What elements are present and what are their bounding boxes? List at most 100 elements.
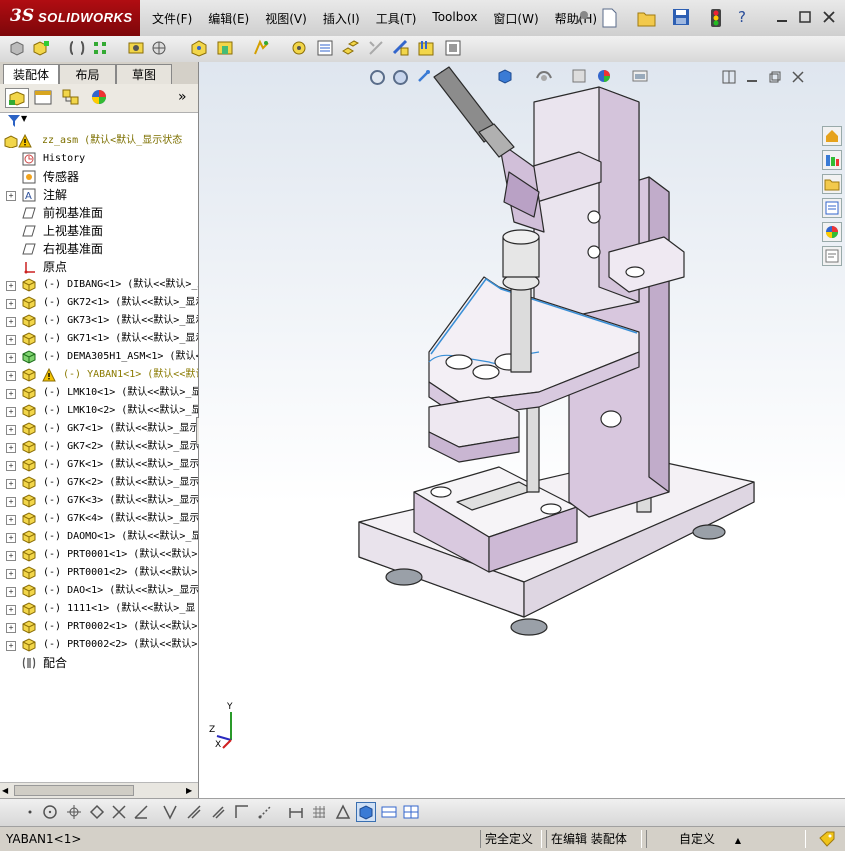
construction-geometry-icon[interactable] <box>257 804 273 820</box>
expand-panel-icon[interactable]: » <box>178 89 187 105</box>
tree-node[interactable]: + (-) PRT0002<1> (默认<<默认> <box>0 618 198 636</box>
viewport-close-icon[interactable] <box>791 70 805 84</box>
tree-node[interactable]: + (-) 1111<1> (默认<<默认>_显 <box>0 600 198 618</box>
move-component-icon[interactable] <box>150 39 168 57</box>
open-folder-icon[interactable] <box>637 9 657 27</box>
rebuild-tag-icon[interactable] <box>818 830 836 848</box>
3d-sketch-icon[interactable] <box>356 802 376 822</box>
insert-component-icon[interactable] <box>32 39 50 57</box>
expand-toggle-icon[interactable]: + <box>6 641 16 651</box>
graphics-area[interactable]: Y Z X <box>199 62 845 798</box>
custom-properties-icon[interactable] <box>822 246 842 266</box>
tree-node[interactable]: + (-) G7K<3> (默认<<默认>_显示 <box>0 492 198 510</box>
polygon-icon[interactable] <box>89 804 105 820</box>
intersection-icon[interactable] <box>111 804 127 820</box>
expand-toggle-icon[interactable]: + <box>6 317 16 327</box>
corner-icon[interactable] <box>234 804 250 820</box>
help-icon[interactable]: ? <box>738 8 754 28</box>
assembly-features-icon[interactable] <box>216 39 234 57</box>
appearances-icon[interactable] <box>822 222 842 242</box>
bill-of-materials-icon[interactable] <box>316 39 334 57</box>
expand-toggle-icon[interactable]: + <box>6 191 16 201</box>
mate-icon[interactable] <box>68 39 86 57</box>
menu-insert[interactable]: 插入(I) <box>323 10 368 27</box>
expand-toggle-icon[interactable]: + <box>6 299 16 309</box>
tree-node[interactable]: + (-) DIBANG<1> (默认<<默认>_显 <box>0 276 198 294</box>
tree-node[interactable]: zz_asm (默认<默认_显示状态 <box>0 132 198 150</box>
file-explorer-icon[interactable] <box>822 174 842 194</box>
tree-node[interactable]: + (-) DEMA305H1_ASM<1> (默认< <box>0 348 198 366</box>
expand-toggle-icon[interactable]: + <box>6 623 16 633</box>
menu-file[interactable]: 文件(F) <box>152 10 200 27</box>
tree-node[interactable]: + (-) GK7<1> (默认<<默认>_显示 <box>0 420 198 438</box>
tree-node[interactable]: + (-) GK73<1> (默认<<默认>_显示 <box>0 312 198 330</box>
expand-toggle-icon[interactable]: + <box>6 461 16 471</box>
configuration-manager-tab-icon[interactable] <box>60 88 84 108</box>
expand-toggle-icon[interactable]: + <box>6 371 16 381</box>
units-dropdown-icon[interactable]: ▲ <box>735 836 741 845</box>
tree-node[interactable]: + (-) YABAN1<1> (默认<<默认> <box>0 366 198 384</box>
menu-edit[interactable]: 编辑(E) <box>208 10 257 27</box>
scroll-left-icon[interactable]: ◀ <box>2 785 12 797</box>
expand-toggle-icon[interactable]: + <box>6 533 16 543</box>
menu-window[interactable]: 窗口(W) <box>493 10 546 27</box>
tree-node[interactable]: + (-) G7K<1> (默认<<默认>_显示 <box>0 456 198 474</box>
offset-icon[interactable] <box>210 804 226 820</box>
instant3d-icon[interactable] <box>444 39 462 57</box>
chamfer-icon[interactable] <box>186 804 202 820</box>
expand-toggle-icon[interactable]: + <box>6 587 16 597</box>
single-view-icon[interactable] <box>381 804 397 820</box>
tree-node[interactable]: + (-) PRT0001<1> (默认<<默认> <box>0 546 198 564</box>
tree-node[interactable]: + (-) GK7<2> (默认<<默认>_显示 <box>0 438 198 456</box>
property-manager-tab-icon[interactable] <box>32 88 56 108</box>
dimension-icon[interactable] <box>288 804 304 820</box>
tree-node[interactable]: + (-) LMK10<1> (默认<<默认>_显 <box>0 384 198 402</box>
point-icon[interactable] <box>22 804 38 820</box>
tree-node[interactable]: + (-) GK72<1> (默认<<默认>_显示 <box>0 294 198 312</box>
tree-node[interactable]: 前视基准面 <box>0 204 198 222</box>
scroll-right-icon[interactable]: ▶ <box>186 785 196 797</box>
expand-toggle-icon[interactable]: + <box>6 281 16 291</box>
tree-node[interactable]: + (-) PRT0002<2> (默认<<默认> <box>0 636 198 654</box>
expand-toggle-icon[interactable]: + <box>6 569 16 579</box>
tree-node[interactable]: + (-) PRT0001<2> (默认<<默认> <box>0 564 198 582</box>
solidworks-logo[interactable]: 3S SOLIDWORKS <box>0 0 140 36</box>
units-selector[interactable]: 自定义 ▲ <box>646 830 806 848</box>
expand-toggle-icon[interactable]: + <box>6 389 16 399</box>
horizontal-scrollbar[interactable]: ◀ ▶ <box>0 782 198 799</box>
filter-icon[interactable] <box>8 115 20 127</box>
tab-sketch[interactable]: 草图 <box>116 64 172 84</box>
tree-node[interactable]: 右视基准面 <box>0 240 198 258</box>
expand-toggle-icon[interactable]: + <box>6 551 16 561</box>
scrollbar-thumb[interactable] <box>14 785 134 796</box>
expand-toggle-icon[interactable]: + <box>6 425 16 435</box>
tree-node[interactable]: + (-) DAOMO<1> (默认<<默认>_显 <box>0 528 198 546</box>
close-icon[interactable] <box>822 10 836 24</box>
grid-icon[interactable] <box>311 804 327 820</box>
show-hidden-components-icon[interactable] <box>190 39 208 57</box>
view-palette-icon[interactable] <box>822 198 842 218</box>
solidworks-resources-icon[interactable] <box>822 126 842 146</box>
menu-tools[interactable]: 工具(T) <box>376 10 425 27</box>
tree-node[interactable]: 原点 <box>0 258 198 276</box>
linear-pattern-icon[interactable] <box>92 39 110 57</box>
restore-icon[interactable] <box>798 10 812 24</box>
feature-tree-tab-icon[interactable] <box>5 88 29 108</box>
component-icon[interactable] <box>8 39 26 57</box>
tab-assembly[interactable]: 装配体 <box>3 64 59 84</box>
tree-node[interactable]: 传感器 <box>0 168 198 186</box>
menu-toolbox[interactable]: Toolbox <box>432 10 485 27</box>
smart-fasteners-icon[interactable] <box>127 39 145 57</box>
line-icon[interactable] <box>133 804 149 820</box>
tree-node[interactable]: + (-) DAO<1> (默认<<默认>_显示 <box>0 582 198 600</box>
tree-node[interactable]: + (-) LMK10<2> (默认<<默认>_显 <box>0 402 198 420</box>
sketch-fillet-icon[interactable] <box>162 804 178 820</box>
filter-dropdown-icon[interactable]: ▼ <box>21 114 27 123</box>
save-icon[interactable] <box>672 8 690 26</box>
design-library-icon[interactable] <box>822 150 842 170</box>
four-view-icon[interactable] <box>403 804 419 820</box>
center-point-icon[interactable] <box>66 804 82 820</box>
triangle-icon[interactable] <box>335 804 351 820</box>
minimize-icon[interactable] <box>775 10 789 24</box>
pin-icon[interactable] <box>575 9 591 25</box>
